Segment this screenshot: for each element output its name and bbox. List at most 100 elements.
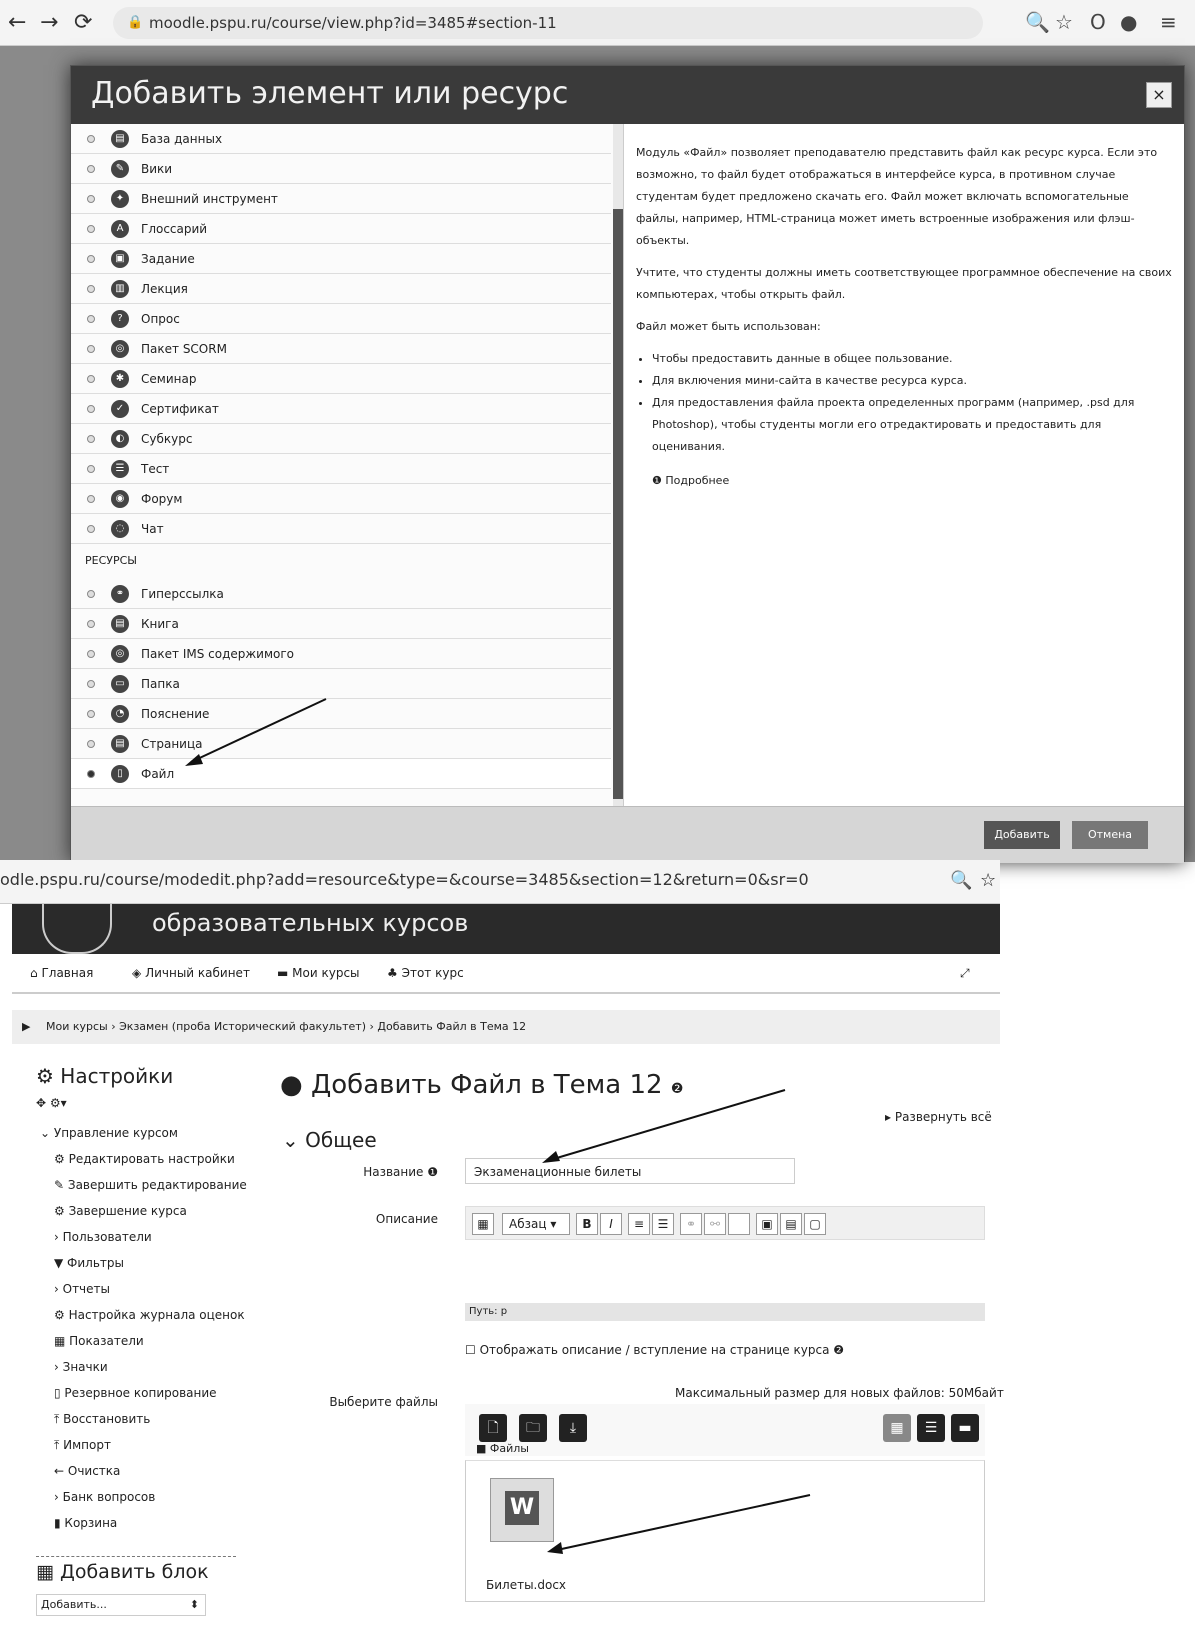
list-item[interactable]: ◐ Субкурс — [71, 424, 611, 454]
radio[interactable] — [87, 495, 95, 503]
list-item[interactable]: ◎ Пакет SCORM — [71, 334, 611, 364]
list-item[interactable]: ◎ Пакет IMS содержимого — [71, 639, 611, 669]
breadcrumb-text[interactable]: Мои курсы › Экзамен (проба Исторический … — [46, 1020, 526, 1033]
unlink-icon[interactable]: ⚯ — [704, 1213, 726, 1235]
list-item[interactable]: ▤ Книга — [71, 609, 611, 639]
settings-item[interactable]: ✎ Завершить редактирование — [54, 1178, 247, 1192]
radio[interactable] — [87, 620, 95, 628]
list-item[interactable]: A Глоссарий — [71, 214, 611, 244]
settings-item[interactable]: ⤒ Импорт — [54, 1438, 111, 1453]
more-link[interactable]: Подробнее — [665, 474, 729, 487]
list-item[interactable]: ◔ Пояснение — [71, 699, 611, 729]
radio[interactable] — [87, 345, 95, 353]
settings-item[interactable]: › Банк вопросов — [54, 1490, 155, 1504]
create-folder-icon[interactable]: 🗀 — [519, 1414, 547, 1442]
nav-cabinet[interactable]: ◈ Личный кабинет — [132, 966, 250, 980]
list-item[interactable]: ▭ Папка — [71, 669, 611, 699]
list-item[interactable]: ▥ Лекция — [71, 274, 611, 304]
expand-all-link[interactable]: ▸ Развернуть всё — [885, 1110, 992, 1124]
settings-item[interactable]: ⚙ Завершение курса — [54, 1204, 187, 1218]
radio[interactable] — [87, 315, 95, 323]
settings-item[interactable]: ⚙ Настройка журнала оценок — [54, 1308, 245, 1322]
address-bar[interactable]: odle.pspu.ru/course/modedit.php?add=reso… — [0, 870, 809, 889]
radio[interactable] — [87, 135, 95, 143]
address-bar[interactable]: 🔒 moodle.pspu.ru/course/view.php?id=3485… — [113, 7, 983, 39]
settings-item[interactable]: ← Очистка — [54, 1464, 120, 1478]
radio[interactable] — [87, 165, 95, 173]
paragraph-select[interactable]: Абзац ▾ — [502, 1213, 570, 1235]
settings-item[interactable]: ▦ Показатели — [54, 1334, 144, 1348]
settings-item[interactable]: ⚙ Редактировать настройки — [54, 1152, 235, 1166]
extension-icon[interactable]: ● — [1120, 10, 1137, 34]
zoom-icon[interactable]: 🔍 — [1025, 10, 1050, 34]
checkbox[interactable]: ☐ — [465, 1343, 476, 1357]
list-item-selected[interactable]: ▯ Файл — [71, 759, 611, 789]
list-item[interactable]: ✱ Семинар — [71, 364, 611, 394]
radio[interactable] — [87, 770, 95, 778]
radio[interactable] — [87, 680, 95, 688]
file-manager-icon[interactable]: ▢ — [804, 1213, 826, 1235]
nav-thiscourse[interactable]: ♣ Этот курс — [387, 966, 464, 980]
add-block-select[interactable]: Добавить... ⬍ — [36, 1594, 206, 1616]
opera-icon[interactable]: O — [1090, 10, 1106, 34]
nav-mycourses[interactable]: ▬ Мои курсы — [277, 966, 360, 980]
move-icon[interactable]: ✥ ⚙▾ — [36, 1096, 67, 1110]
list-item[interactable]: ▤ Страница — [71, 729, 611, 759]
star-icon[interactable]: ☆ — [980, 870, 996, 891]
list-item[interactable]: ? Опрос — [71, 304, 611, 334]
toolbar-toggle-icon[interactable]: ▦ — [472, 1213, 494, 1235]
radio[interactable] — [87, 465, 95, 473]
bullet-list-icon[interactable]: ≡ — [628, 1213, 650, 1235]
close-button[interactable]: × — [1146, 82, 1172, 108]
cancel-button[interactable]: Отмена — [1072, 821, 1148, 849]
radio[interactable] — [87, 435, 95, 443]
radio[interactable] — [87, 375, 95, 383]
zoom-icon[interactable]: 🔍 — [950, 870, 972, 891]
add-file-icon[interactable]: 🗋 — [479, 1414, 507, 1442]
help-icon[interactable]: ❷ — [833, 1343, 844, 1357]
show-description-checkbox[interactable]: ☐ Отображать описание / вступление на ст… — [465, 1343, 844, 1357]
scrollbar-thumb[interactable] — [613, 209, 623, 799]
radio[interactable] — [87, 710, 95, 718]
settings-item[interactable]: ⤒ Восстановить — [54, 1412, 150, 1427]
folder-view-icon[interactable]: ▬ — [951, 1414, 979, 1442]
list-view-icon[interactable]: ☰ — [917, 1414, 945, 1442]
radio[interactable] — [87, 195, 95, 203]
image-icon[interactable]: ▣ — [756, 1213, 778, 1235]
radio[interactable] — [87, 405, 95, 413]
download-icon[interactable]: ⤓ — [559, 1414, 587, 1442]
file-name[interactable]: Билеты.docx — [486, 1578, 566, 1592]
reload-icon[interactable]: ⟳ — [74, 10, 92, 35]
site-logo[interactable] — [42, 904, 112, 954]
bold-icon[interactable]: B — [576, 1213, 598, 1235]
list-item[interactable]: ✦ Внешний инструмент — [71, 184, 611, 214]
radio[interactable] — [87, 650, 95, 658]
list-item[interactable]: ✎ Вики — [71, 154, 611, 184]
radio[interactable] — [87, 525, 95, 533]
list-item[interactable]: ⚭ Гиперссылка — [71, 579, 611, 609]
list-item[interactable]: ◉ Форум — [71, 484, 611, 514]
settings-item[interactable]: ▮ Корзина — [54, 1516, 117, 1530]
radio[interactable] — [87, 225, 95, 233]
media-icon[interactable]: ▤ — [780, 1213, 802, 1235]
radio[interactable] — [87, 285, 95, 293]
radio[interactable] — [87, 590, 95, 598]
grid-view-icon[interactable]: ▦ — [883, 1414, 911, 1442]
back-icon[interactable]: ← — [8, 10, 26, 35]
settings-item[interactable]: › Значки — [54, 1360, 108, 1374]
italic-icon[interactable]: I — [600, 1213, 622, 1235]
settings-item[interactable]: ▯ Резервное копирование — [54, 1386, 217, 1400]
expand-icon[interactable]: ⤢ — [960, 966, 970, 981]
star-icon[interactable]: ☆ — [1055, 10, 1073, 34]
radio[interactable] — [87, 740, 95, 748]
radio[interactable] — [87, 255, 95, 263]
settings-item[interactable]: › Отчеты — [54, 1282, 110, 1296]
list-item[interactable]: ▤ База данных — [71, 124, 611, 154]
list-item[interactable]: ✓ Сертификат — [71, 394, 611, 424]
link-icon[interactable]: ⚭ — [680, 1213, 702, 1235]
forward-icon[interactable]: → — [40, 10, 58, 35]
settings-item[interactable]: ▼ Фильтры — [54, 1256, 124, 1270]
menu-icon[interactable]: ≡ — [1160, 10, 1177, 34]
add-button[interactable]: Добавить — [984, 821, 1060, 849]
list-item[interactable]: ◌ Чат — [71, 514, 611, 544]
